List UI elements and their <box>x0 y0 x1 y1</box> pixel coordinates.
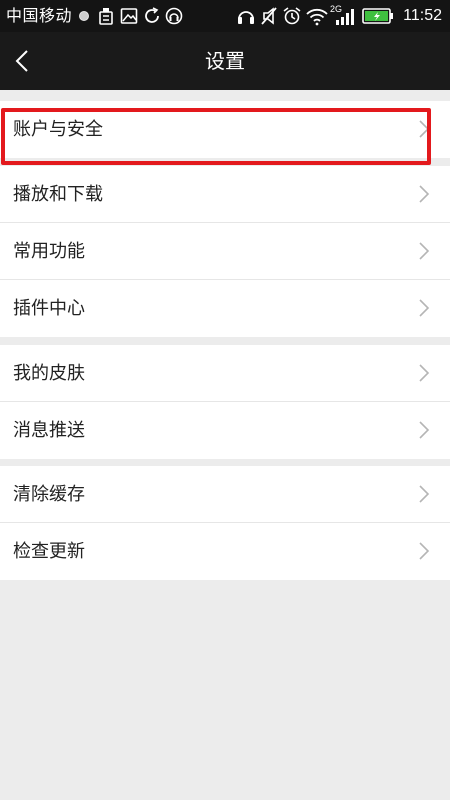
settings-item-plugin-center[interactable]: 插件中心 <box>0 280 450 337</box>
settings-item-label: 常用功能 <box>13 241 85 262</box>
settings-item-account-security[interactable]: 账户与安全 <box>0 101 450 158</box>
mute-icon <box>261 7 277 25</box>
sync-icon <box>145 7 159 23</box>
settings-item-label: 消息推送 <box>13 420 85 441</box>
settings-group-general: 播放和下载 常用功能 插件中心 <box>0 166 450 337</box>
image-icon <box>120 8 138 24</box>
carrier-name: 中国移动 <box>6 6 73 25</box>
settings-item-label: 插件中心 <box>13 298 85 319</box>
settings-item-push-notifications[interactable]: 消息推送 <box>0 402 450 459</box>
chevron-right-icon <box>419 364 430 382</box>
page-title: 设置 <box>205 49 245 73</box>
title-bar: 设置 <box>0 32 450 90</box>
settings-item-label: 账户与安全 <box>13 119 103 140</box>
wifi-icon <box>306 8 328 26</box>
settings-item-check-update[interactable]: 检查更新 <box>0 523 450 580</box>
clean-icon <box>99 8 113 25</box>
back-arrow-icon <box>15 50 28 72</box>
battery-charging-icon <box>362 8 393 24</box>
settings-group-personal: 我的皮肤 消息推送 <box>0 345 450 459</box>
notification-dot-icon <box>79 11 89 21</box>
settings-item-label: 播放和下载 <box>13 184 103 205</box>
settings-item-my-skin[interactable]: 我的皮肤 <box>0 345 450 402</box>
clock: 11:52 <box>403 7 442 24</box>
settings-item-clear-cache[interactable]: 清除缓存 <box>0 466 450 523</box>
signal-icon <box>336 9 354 25</box>
chevron-right-icon <box>419 542 430 560</box>
settings-item-label: 清除缓存 <box>13 484 85 505</box>
chevron-right-icon <box>419 120 430 138</box>
chevron-right-icon <box>419 242 430 260</box>
settings-item-playback-download[interactable]: 播放和下载 <box>0 166 450 223</box>
settings-item-label: 检查更新 <box>13 541 85 562</box>
music-icon <box>165 7 183 25</box>
back-button[interactable] <box>0 32 56 90</box>
settings-group-account: 账户与安全 <box>0 101 450 158</box>
headphones-icon <box>238 11 254 24</box>
status-bar: 中国移动 2G 11:52 <box>0 0 450 32</box>
alarm-icon <box>283 7 301 25</box>
chevron-right-icon <box>419 185 430 203</box>
chevron-right-icon <box>419 421 430 439</box>
chevron-right-icon <box>419 485 430 503</box>
settings-item-label: 我的皮肤 <box>13 363 85 384</box>
settings-item-common-functions[interactable]: 常用功能 <box>0 223 450 280</box>
chevron-right-icon <box>419 299 430 317</box>
settings-group-maintenance: 清除缓存 检查更新 <box>0 466 450 580</box>
